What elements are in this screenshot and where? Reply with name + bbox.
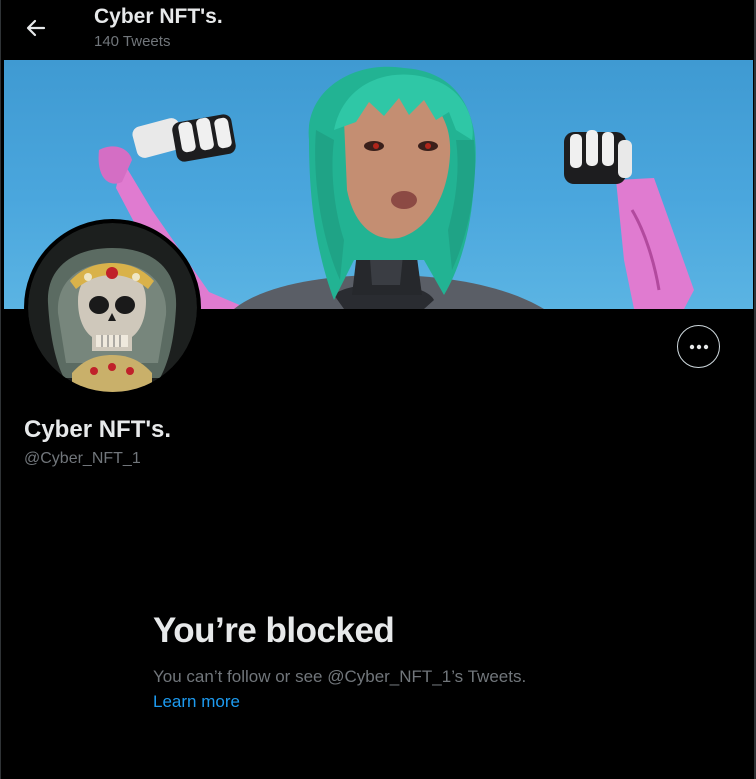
- profile-header: Cyber NFT's. 140 Tweets: [1, 0, 754, 58]
- profile-name: Cyber NFT's.: [24, 416, 172, 443]
- learn-more-link[interactable]: Learn more: [153, 692, 240, 712]
- header-title: Cyber NFT's.: [94, 5, 223, 28]
- tweet-count: 140 Tweets: [94, 33, 171, 50]
- back-button[interactable]: [19, 11, 53, 45]
- blocked-description: You can’t follow or see @Cyber_NFT_1’s T…: [153, 667, 527, 686]
- profile-handle: @Cyber_NFT_1: [24, 450, 141, 467]
- more-options-icon: [689, 344, 708, 349]
- more-options-button[interactable]: [677, 325, 720, 368]
- avatar-image: [28, 223, 197, 392]
- avatar[interactable]: [24, 219, 201, 396]
- profile-page: Cyber NFT's. 140 Tweets Cyber NFT's. @Cy…: [0, 0, 756, 779]
- blocked-title: You’re blocked: [153, 611, 395, 650]
- back-arrow-icon: [26, 19, 46, 37]
